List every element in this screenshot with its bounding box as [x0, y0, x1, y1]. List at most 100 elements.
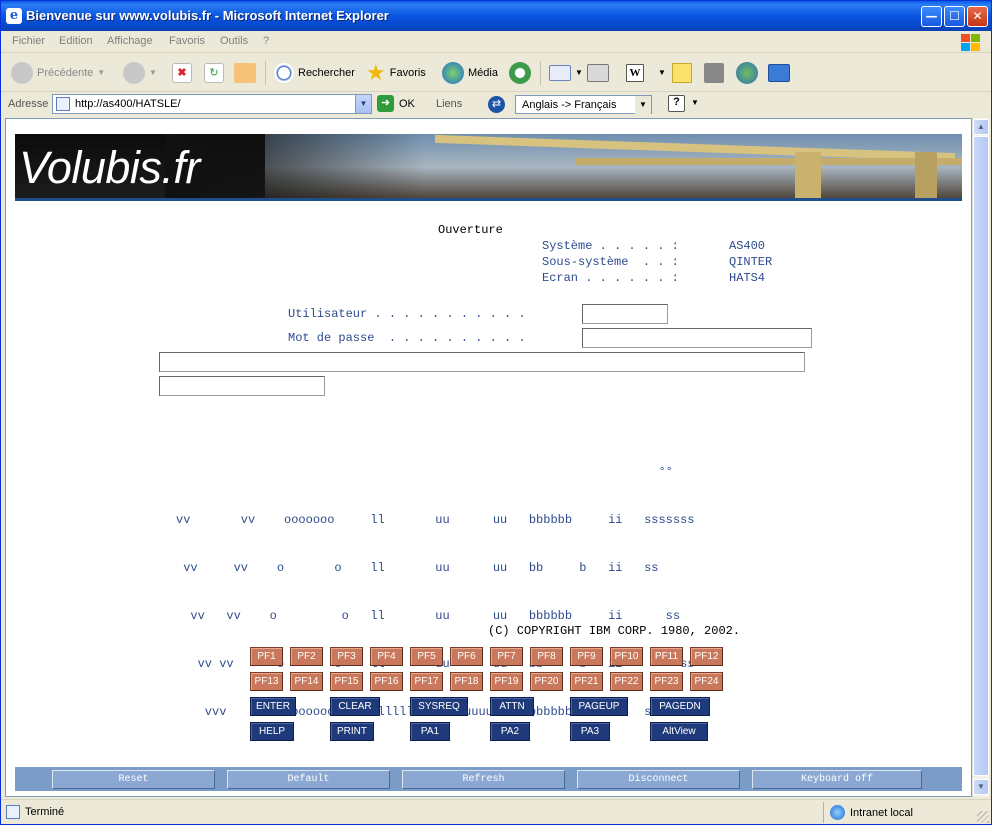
chevron-down-icon: ▼ — [658, 68, 666, 77]
pf5-button[interactable]: PF5 — [410, 647, 443, 666]
home-button[interactable] — [234, 59, 256, 86]
pa3-button[interactable]: PA3 — [570, 722, 610, 741]
messenger-button[interactable] — [736, 59, 758, 86]
close-button[interactable]: ✕ — [967, 6, 988, 27]
ie-icon: e — [6, 8, 22, 24]
menu-fichier[interactable]: Fichier — [12, 35, 45, 47]
pf11-button[interactable]: PF11 — [650, 647, 683, 666]
print-key-button[interactable]: PRINT — [330, 722, 374, 741]
history-button[interactable] — [509, 59, 531, 86]
scroll-up-icon[interactable]: ▲ — [973, 119, 989, 135]
chevron-down-icon[interactable]: ▼ — [355, 95, 371, 113]
pageup-button[interactable]: PAGEUP — [570, 697, 628, 716]
default-button[interactable]: Default — [227, 770, 390, 789]
mail-button[interactable]: ▼ — [549, 59, 583, 86]
pf21-button[interactable]: PF21 — [570, 672, 603, 691]
pf17-button[interactable]: PF17 — [410, 672, 443, 691]
pf8-button[interactable]: PF8 — [530, 647, 563, 666]
pf15-button[interactable]: PF15 — [330, 672, 363, 691]
minimize-button[interactable]: — — [921, 6, 942, 27]
bottom-button-bar: Reset Default Refresh Disconnect Keyboar… — [15, 767, 962, 791]
menu-help[interactable]: ? — [263, 35, 269, 47]
banner-decoration — [795, 152, 821, 200]
menu-favoris[interactable]: Favoris — [169, 35, 205, 47]
scroll-down-icon[interactable]: ▼ — [973, 779, 989, 795]
pf6-button[interactable]: PF6 — [450, 647, 483, 666]
refresh-page-button[interactable]: Refresh — [402, 770, 565, 789]
pf23-button[interactable]: PF23 — [650, 672, 683, 691]
go-button[interactable]: ➜ OK — [377, 95, 415, 112]
fullscreen-button[interactable] — [768, 59, 790, 86]
intranet-icon — [830, 805, 845, 820]
pa1-button[interactable]: PA1 — [410, 722, 450, 741]
art-line: vv vv ooooooo ll uu uu bbbbbb ii sssssss — [176, 513, 695, 527]
altview-button[interactable]: AltView — [650, 722, 708, 741]
discuss-button[interactable] — [672, 59, 692, 86]
chevron-down-icon[interactable]: ▼ — [635, 96, 651, 114]
pf9-button[interactable]: PF9 — [570, 647, 603, 666]
clear-button[interactable]: CLEAR — [330, 697, 380, 716]
pf14-button[interactable]: PF14 — [290, 672, 323, 691]
pf3-button[interactable]: PF3 — [330, 647, 363, 666]
pf4-button[interactable]: PF4 — [370, 647, 403, 666]
pf13-button[interactable]: PF13 — [250, 672, 283, 691]
status-text: Terminé — [25, 806, 65, 818]
stop-button[interactable]: ✖ — [172, 59, 192, 86]
address-input[interactable]: http://as400/HATSLE/ ▼ — [52, 94, 372, 114]
menu-edition[interactable]: Edition — [59, 35, 93, 47]
pf16-button[interactable]: PF16 — [370, 672, 403, 691]
pf1-button[interactable]: PF1 — [250, 647, 283, 666]
pf10-button[interactable]: PF10 — [610, 647, 643, 666]
title-bar[interactable]: e Bienvenue sur www.volubis.fr - Microso… — [1, 1, 991, 31]
forward-button[interactable]: ▼ — [123, 59, 157, 86]
scroll-thumb[interactable] — [973, 136, 989, 776]
pf2-button[interactable]: PF2 — [290, 647, 323, 666]
sysreq-button[interactable]: SYSREQ — [410, 697, 468, 716]
pf22-button[interactable]: PF22 — [610, 672, 643, 691]
maximize-button[interactable]: ☐ — [944, 6, 965, 27]
user-field[interactable] — [582, 304, 668, 324]
pf7-button[interactable]: PF7 — [490, 647, 523, 666]
input-field[interactable] — [159, 352, 805, 372]
home-icon — [234, 62, 256, 83]
translate-select[interactable]: Anglais -> Français ▼ — [515, 95, 652, 114]
attn-button[interactable]: ATTN — [490, 697, 534, 716]
chevron-down-icon[interactable]: ▼ — [691, 98, 699, 107]
vertical-scrollbar[interactable]: ▲ ▼ — [972, 118, 989, 797]
favorites-button[interactable]: ★ Favoris — [366, 59, 426, 86]
edit-word-button[interactable]: W ▼ — [626, 59, 666, 86]
enter-button[interactable]: ENTER — [250, 697, 296, 716]
pf19-button[interactable]: PF19 — [490, 672, 523, 691]
pa2-button[interactable]: PA2 — [490, 722, 530, 741]
password-field[interactable] — [582, 328, 812, 348]
menu-outils[interactable]: Outils — [220, 35, 248, 47]
help-icon[interactable]: ? — [668, 95, 685, 112]
translate-icon: ⇄ — [488, 96, 505, 113]
toolbar-separator — [265, 61, 266, 85]
site-logo: Volubis.fr — [19, 142, 200, 193]
pf18-button[interactable]: PF18 — [450, 672, 483, 691]
art-line: vv vv o o ll uu uu bbbbbb ii ss — [176, 609, 681, 623]
research-button[interactable] — [704, 59, 724, 86]
search-button[interactable]: Rechercher — [274, 59, 355, 86]
page-content: Volubis.fr Ouverture Système . . . . . :… — [5, 118, 972, 797]
refresh-button[interactable]: ↻ — [204, 59, 224, 86]
chevron-down-icon: ▼ — [575, 68, 583, 77]
disconnect-button[interactable]: Disconnect — [577, 770, 740, 789]
help-button[interactable]: HELP — [250, 722, 294, 741]
pf12-button[interactable]: PF12 — [690, 647, 723, 666]
toolbar-separator — [540, 61, 541, 85]
pf20-button[interactable]: PF20 — [530, 672, 563, 691]
print-button[interactable] — [587, 59, 609, 86]
pf24-button[interactable]: PF24 — [690, 672, 723, 691]
input-field[interactable] — [159, 376, 325, 396]
media-button[interactable]: Média — [442, 59, 498, 86]
back-button[interactable]: Précédente ▼ — [11, 59, 105, 86]
keyboard-off-button[interactable]: Keyboard off — [752, 770, 922, 789]
menu-affichage[interactable]: Affichage — [107, 35, 153, 47]
links-label[interactable]: Liens — [436, 98, 462, 110]
pagedn-button[interactable]: PAGEDN — [650, 697, 710, 716]
resize-grip-icon[interactable] — [977, 811, 989, 823]
printer-icon — [587, 63, 609, 82]
reset-button[interactable]: Reset — [52, 770, 215, 789]
